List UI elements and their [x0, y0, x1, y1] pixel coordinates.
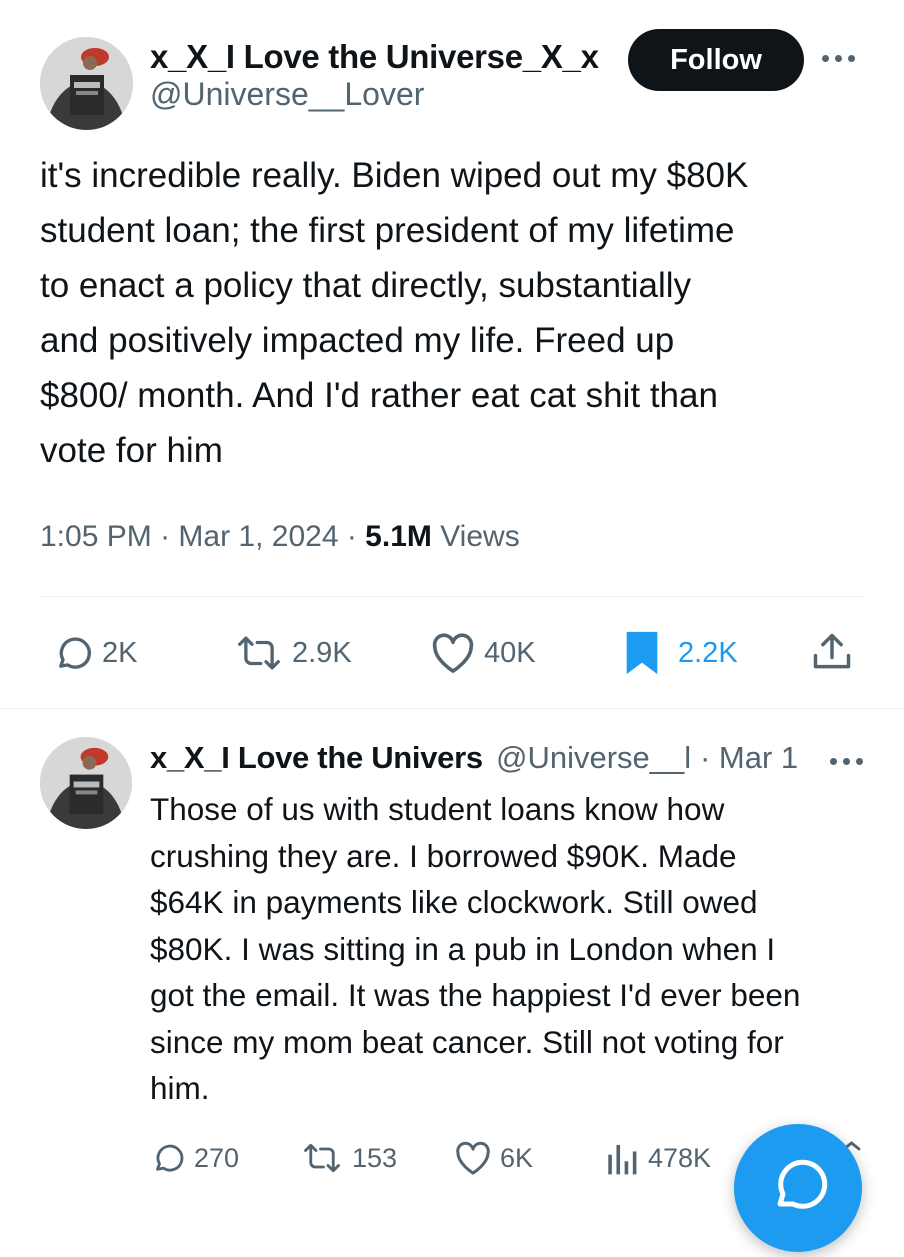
share-icon	[813, 633, 851, 669]
compose-reply-button[interactable]	[734, 1124, 862, 1252]
repost-icon	[304, 1143, 340, 1173]
reply-button[interactable]: 2K	[52, 632, 137, 674]
views-label: Views	[440, 520, 520, 553]
repost-icon	[238, 636, 280, 670]
display-name[interactable]: x_X_I Love the Universe_X_x	[150, 38, 599, 76]
heart-icon	[456, 1141, 490, 1175]
avatar[interactable]	[40, 37, 133, 130]
follow-button[interactable]: Follow	[628, 29, 804, 91]
tweet-date[interactable]: Mar 1, 2024	[178, 520, 338, 553]
handle[interactable]: @Universe__Lover	[150, 76, 424, 113]
heart-icon	[432, 633, 474, 673]
reply-handle[interactable]: @Universe__l	[496, 740, 691, 776]
repost-button[interactable]: 153	[300, 1140, 397, 1176]
like-button[interactable]: 40K	[430, 632, 536, 674]
compose-reply-icon	[777, 1159, 828, 1209]
like-count: 6K	[500, 1142, 534, 1173]
share-button[interactable]	[810, 630, 854, 674]
repost-count: 2.9K	[292, 636, 352, 669]
tweet-text: it's incredible really. Biden wiped out …	[40, 156, 749, 470]
views-count[interactable]: 5.1M	[365, 520, 432, 553]
separator: ·	[346, 520, 366, 553]
reply-count: 2K	[102, 636, 138, 669]
avatar[interactable]	[40, 737, 132, 829]
like-count: 40K	[484, 636, 536, 669]
bookmark-icon	[626, 631, 658, 675]
more-options-icon[interactable]	[830, 758, 863, 765]
divider	[0, 708, 904, 709]
like-button[interactable]: 6K	[454, 1140, 533, 1176]
more-options-icon[interactable]	[822, 55, 855, 62]
tweet-meta: 1:05 PM · Mar 1, 2024 · 5.1M Views	[40, 520, 520, 554]
analytics-icon	[608, 1144, 637, 1175]
reply-icon	[59, 637, 91, 669]
reply-icon	[156, 1144, 184, 1172]
reply-display-name[interactable]: x_X_I Love the Univers	[150, 740, 490, 776]
repost-count: 153	[352, 1142, 398, 1173]
views-button[interactable]: 478K	[606, 1140, 711, 1176]
reply-date[interactable]: · Mar 1	[700, 740, 798, 776]
tweet-time[interactable]: 1:05 PM	[40, 520, 152, 553]
views-count: 478K	[648, 1142, 712, 1173]
separator: ·	[160, 520, 179, 553]
repost-button[interactable]: 2.9K	[234, 632, 352, 674]
divider	[40, 596, 864, 597]
bookmark-button[interactable]: 2.2K	[624, 630, 738, 676]
reply-text: Those of us with student loans know how …	[150, 791, 801, 1106]
reply-count: 270	[194, 1142, 240, 1173]
reply-button[interactable]: 270	[150, 1140, 239, 1176]
bookmark-count: 2.2K	[678, 636, 738, 669]
